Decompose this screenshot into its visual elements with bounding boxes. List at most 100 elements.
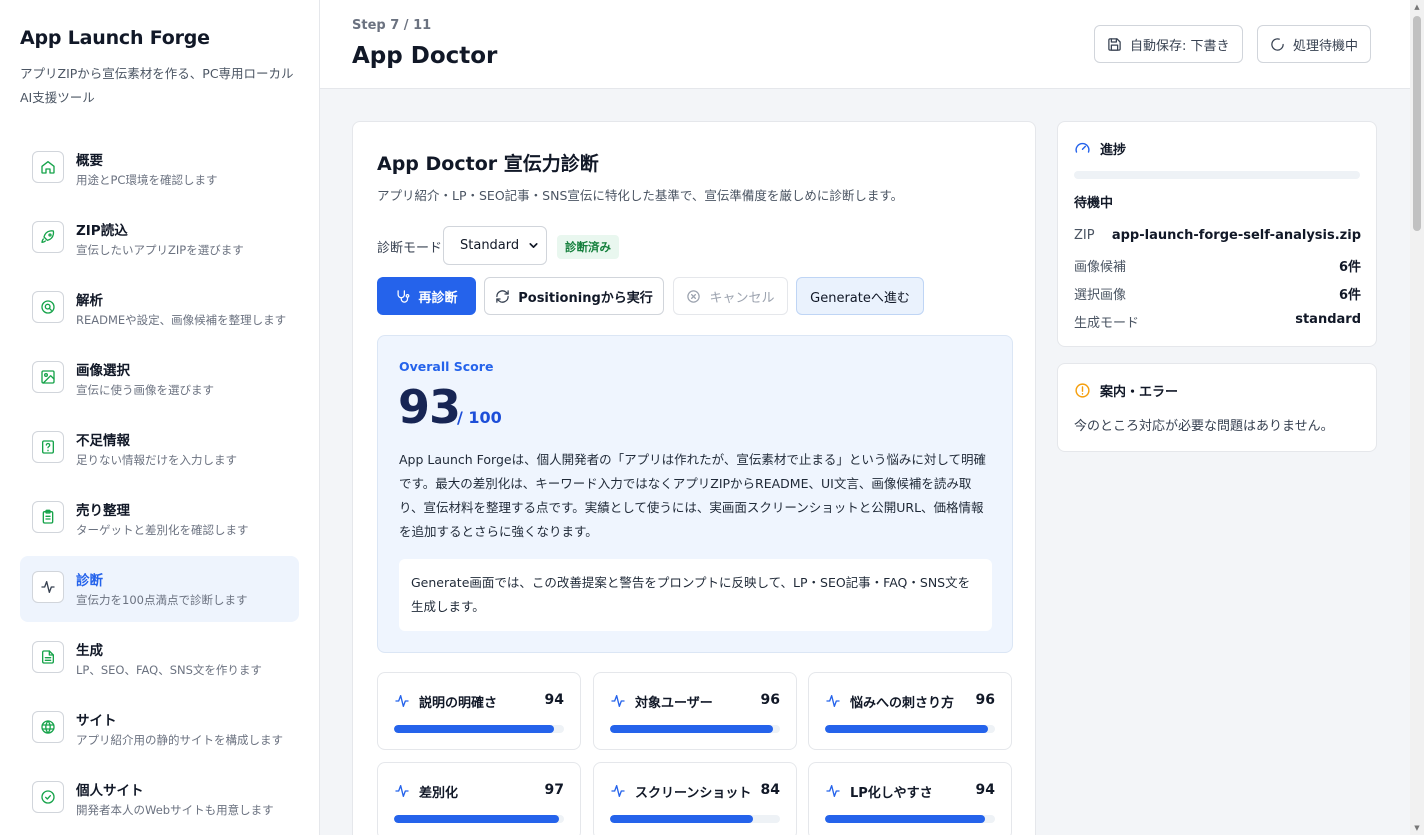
metric-card: LP化しやすさ 94 — [808, 762, 1012, 835]
metric-score: 96 — [760, 692, 780, 708]
progress-row: ZIP app-launch-forge-self-analysis.zip — [1074, 228, 1361, 243]
sidebar-item-label: ZIP読込 — [76, 223, 128, 239]
metric-card: 悩みへの刺さり方 96 — [808, 672, 1012, 750]
autosave-label: 自動保存: 下書き — [1130, 38, 1230, 54]
sidebar-item-7[interactable]: 生成 LP、SEO、FAQ、SNS文を作ります — [20, 626, 299, 692]
activity-icon — [41, 581, 55, 593]
sidebar-item-2[interactable]: 解析 READMEや設定、画像候補を整理します — [20, 276, 299, 342]
progress-row-key: 選択画像 — [1074, 288, 1127, 303]
scroll-up-icon[interactable]: ▲ — [1413, 3, 1421, 11]
sidebar-item-label: 個人サイト — [76, 783, 144, 799]
rediagnose-label: 再診断 — [418, 290, 458, 306]
cancel-button[interactable]: キャンセル — [673, 277, 788, 315]
progress-row-value: 6件 — [1338, 260, 1361, 275]
nav-icon-box — [32, 291, 64, 323]
metric-bar-fill — [394, 725, 554, 733]
run-from-positioning-button[interactable]: Positioningから実行 — [484, 277, 664, 315]
sidebar-item-4[interactable]: 不足情報 足りない情報だけを入力します — [20, 416, 299, 482]
overall-score-value: 93 — [398, 380, 461, 434]
info-title: 案内・エラー — [1100, 385, 1179, 400]
progress-row-key: 生成モード — [1074, 316, 1140, 331]
loading-icon — [1271, 37, 1284, 51]
save-icon — [1108, 37, 1121, 51]
clipboard-icon — [42, 509, 54, 524]
sidebar-item-label: 売り整理 — [76, 503, 130, 519]
sidebar-item-desc: 開発者本人のWebサイトも用意します — [76, 803, 274, 817]
search-icon — [41, 300, 55, 314]
doctor-title: App Doctor 宣伝力診断 — [377, 153, 599, 175]
sidebar-item-label: 概要 — [76, 153, 103, 169]
sidebar-item-desc: 宣伝したいアプリZIPを選びます — [76, 243, 244, 257]
metric-bar-fill — [394, 815, 559, 823]
sidebar-item-1[interactable]: ZIP読込宣伝したいアプリZIPを選びます — [20, 206, 299, 272]
metric-name: LP化しやすさ — [850, 786, 933, 801]
progress-row-value: app-launch-forge-self-analysis.zip — [1111, 228, 1361, 243]
sidebar-item-5[interactable]: 売り整理 ターゲットと差別化を確認します — [20, 486, 299, 552]
sidebar-item-desc: 用途とPC環境を確認します — [76, 173, 218, 187]
sidebar-item-0[interactable]: 概要用途とPC環境を確認します — [20, 136, 299, 202]
sidebar-item-8[interactable]: サイト アプリ紹介用の静的サイトを構成します — [20, 696, 299, 762]
sidebar-item-label: 解析 — [76, 293, 103, 309]
metric-name: 悩みへの刺さり方 — [850, 696, 955, 711]
overall-score-max: / 100 — [457, 408, 502, 427]
status-button[interactable]: 処理待機中 — [1257, 25, 1372, 63]
top-header: Step 7 / 11 App Doctor 自動保存: 下書き 処理待機中 — [320, 0, 1410, 89]
info-error-card: 案内・エラー 今のところ対応が必要な問題はありません。 — [1057, 363, 1377, 452]
chevron-down-icon — [529, 243, 538, 248]
globe-icon — [41, 720, 55, 734]
doctor-description: アプリ紹介・LP・SEO記事・SNS宣伝に特化した基準で、宣伝準備度を厳しめに診… — [377, 188, 904, 203]
progress-row-key: ZIP — [1074, 228, 1095, 243]
cancel-label: キャンセル — [709, 290, 775, 306]
mode-select[interactable]: Standard — [443, 226, 547, 265]
activity-icon — [826, 785, 840, 797]
metric-score: 94 — [544, 692, 564, 708]
step-indicator: Step 7 / 11 — [352, 18, 432, 33]
metric-card: 対象ユーザー 96 — [593, 672, 797, 750]
autosave-button[interactable]: 自動保存: 下書き — [1094, 25, 1243, 63]
score-summary: App Launch Forgeは、個人開発者の「アプリは作れたが、宣伝素材で止… — [399, 452, 986, 539]
alert-icon — [1075, 383, 1090, 398]
nav-icon-box — [32, 781, 64, 813]
scroll-down-icon[interactable]: ▼ — [1413, 824, 1421, 832]
generate-note: Generate画面では、この改善提案と警告をプロンプトに反映して、LP・SEO… — [399, 559, 992, 631]
cancel-icon — [687, 289, 701, 303]
stethoscope-icon — [397, 289, 410, 303]
metric-bar-fill — [825, 725, 989, 733]
run-from-positioning-label: Positioningから実行 — [518, 290, 653, 306]
progress-row: 生成モード standard — [1074, 312, 1361, 331]
rediagnose-button[interactable]: 再診断 — [377, 277, 476, 315]
progress-row-value: 6件 — [1338, 288, 1361, 303]
info-message: 今のところ対応が必要な問題はありません。 — [1074, 419, 1334, 434]
sidebar-item-desc: LP、SEO、FAQ、SNS文を作ります — [76, 663, 262, 677]
rocket-icon — [41, 230, 55, 243]
nav-icon-box — [32, 711, 64, 743]
sidebar-item-3[interactable]: 画像選択 宣伝に使う画像を選びます — [20, 346, 299, 412]
progress-bar — [1074, 171, 1360, 179]
metric-card: スクリーンショット 84 — [593, 762, 797, 835]
progress-row: 画像候補 6件 — [1074, 256, 1361, 275]
app-doctor-card: App Doctor 宣伝力診断 アプリ紹介・LP・SEO記事・SNS宣伝に特化… — [352, 121, 1036, 835]
metric-score: 97 — [544, 782, 564, 798]
metric-bar-fill — [825, 815, 985, 823]
activity-icon — [611, 695, 625, 707]
refresh-icon — [496, 289, 509, 303]
go-to-generate-button[interactable]: Generateへ進む — [796, 277, 924, 315]
app-title: App Launch Forge — [20, 27, 210, 49]
metric-card: 差別化 97 — [377, 762, 581, 835]
nav-icon-box — [32, 221, 64, 253]
nav-icon-box — [32, 151, 64, 183]
status-label: 処理待機中 — [1293, 38, 1359, 54]
activity-icon — [395, 695, 409, 707]
metric-score: 96 — [975, 692, 995, 708]
page-scrollbar[interactable]: ▲ ▼ — [1410, 0, 1424, 835]
go-to-generate-label: Generateへ進む — [810, 290, 910, 306]
sidebar-item-6[interactable]: 診断 宣伝力を100点満点で診断します — [20, 556, 299, 622]
progress-status: 待機中 — [1074, 196, 1114, 211]
mode-value: Standard — [460, 238, 520, 253]
sidebar-item-9[interactable]: 個人サイト開発者本人のWebサイトも用意します — [20, 766, 299, 832]
metric-bar-fill — [610, 725, 774, 733]
page-title: App Doctor — [352, 43, 498, 69]
image-icon — [41, 370, 55, 384]
scroll-thumb[interactable] — [1413, 16, 1421, 231]
progress-card: 進捗 待機中 ZIP app-launch-forge-self-analysis… — [1057, 121, 1377, 347]
